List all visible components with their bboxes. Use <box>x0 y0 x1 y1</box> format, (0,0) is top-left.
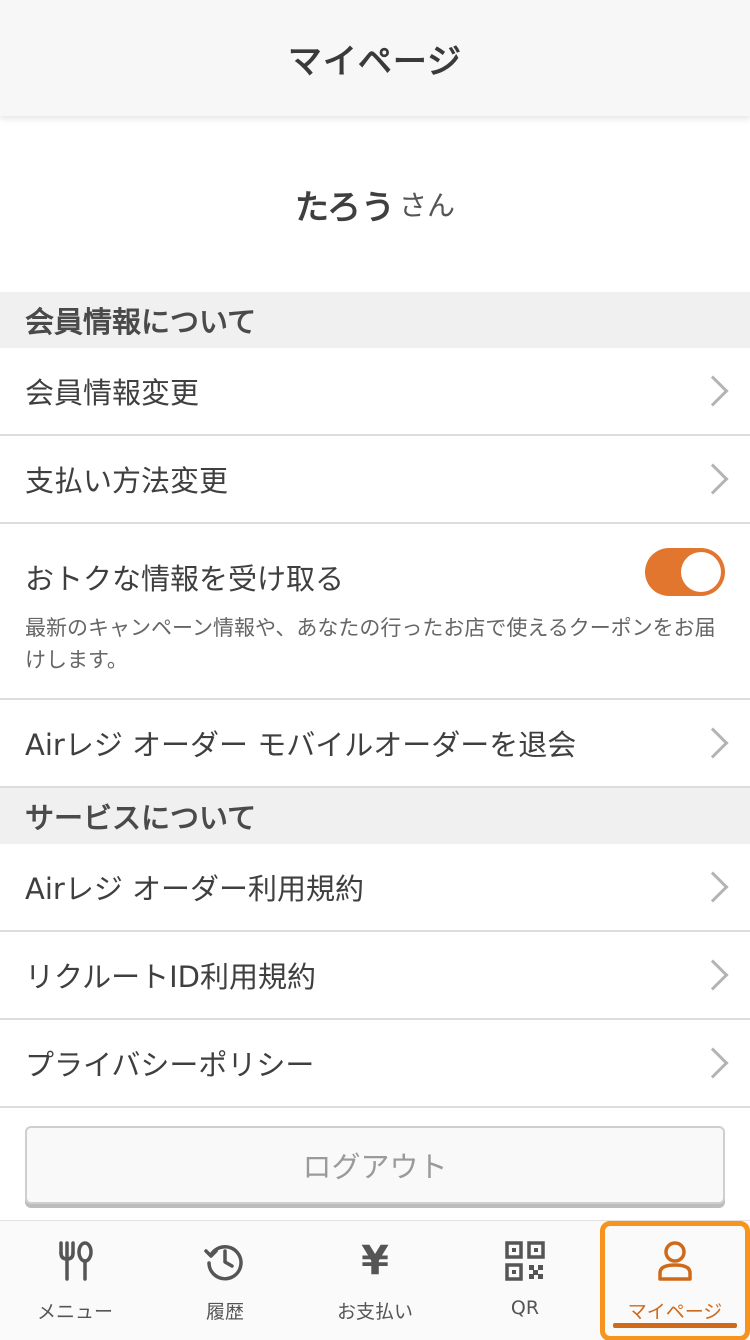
chevron-right-icon <box>697 727 729 759</box>
row-label: リクルートID利用規約 <box>25 960 317 994</box>
user-name-suffix: さん <box>398 189 455 222</box>
tab-label: お支払い <box>336 1301 413 1323</box>
section-title: サービスについて <box>25 801 257 835</box>
change-member-info-row[interactable]: 会員情報変更 <box>0 348 750 436</box>
toggle-knob <box>681 552 721 592</box>
row-label: Airレジ オーダー利用規約 <box>25 872 365 906</box>
row-label: Airレジ オーダー モバイルオーダーを退会 <box>25 728 577 762</box>
chevron-right-icon <box>697 375 729 407</box>
app-header: マイページ <box>0 0 750 116</box>
tab-history[interactable]: 履歴 <box>150 1221 300 1340</box>
offers-setting-row: おトクな情報を受け取る 最新のキャンペーン情報や、あなたの行ったお店で使えるクー… <box>0 524 750 700</box>
tab-label: メニュー <box>36 1301 113 1323</box>
offers-label: おトクな情報を受け取る <box>25 562 345 596</box>
logout-button[interactable]: ログアウト <box>25 1126 725 1204</box>
user-icon <box>653 1239 697 1283</box>
chevron-right-icon <box>697 871 729 903</box>
privacy-policy-row[interactable]: プライバシーポリシー <box>0 1020 750 1108</box>
qr-code-icon <box>503 1239 547 1283</box>
bottom-tab-bar: メニュー 履歴 ¥ お支払い QR マイページ <box>0 1220 750 1340</box>
row-label: プライバシーポリシー <box>25 1048 315 1082</box>
tab-payment[interactable]: ¥ お支払い <box>300 1221 450 1340</box>
history-icon <box>203 1239 247 1283</box>
tab-mypage[interactable]: マイページ <box>600 1221 750 1340</box>
offers-toggle[interactable] <box>645 548 725 596</box>
tab-label: マイページ <box>627 1301 723 1323</box>
terms-of-service-row[interactable]: Airレジ オーダー利用規約 <box>0 844 750 932</box>
section-title: 会員情報について <box>25 305 257 339</box>
user-greeting: たろう さん <box>0 116 750 292</box>
tab-qr[interactable]: QR <box>450 1221 600 1340</box>
section-header-service: サービスについて <box>0 788 750 844</box>
user-name: たろう <box>295 187 395 228</box>
section-header-member: 会員情報について <box>0 292 750 348</box>
change-payment-method-row[interactable]: 支払い方法変更 <box>0 436 750 524</box>
tab-label: 履歴 <box>205 1301 244 1323</box>
recruit-id-terms-row[interactable]: リクルートID利用規約 <box>0 932 750 1020</box>
withdraw-row[interactable]: Airレジ オーダー モバイルオーダーを退会 <box>0 700 750 788</box>
page-title: マイページ <box>287 41 463 82</box>
logout-area: ログアウト <box>0 1108 750 1220</box>
chevron-right-icon <box>697 1047 729 1079</box>
active-tab-indicator <box>613 1323 737 1328</box>
row-label: 会員情報変更 <box>25 376 200 410</box>
row-label: 支払い方法変更 <box>25 464 229 498</box>
tab-label: QR <box>510 1297 540 1319</box>
fork-spoon-icon <box>53 1239 97 1283</box>
chevron-right-icon <box>697 959 729 991</box>
offers-description: 最新のキャンペーン情報や、あなたの行ったお店で使えるクーポンをお届けします。 <box>25 616 716 672</box>
tab-menu[interactable]: メニュー <box>0 1221 150 1340</box>
chevron-right-icon <box>697 463 729 495</box>
yen-icon: ¥ <box>361 1238 389 1284</box>
